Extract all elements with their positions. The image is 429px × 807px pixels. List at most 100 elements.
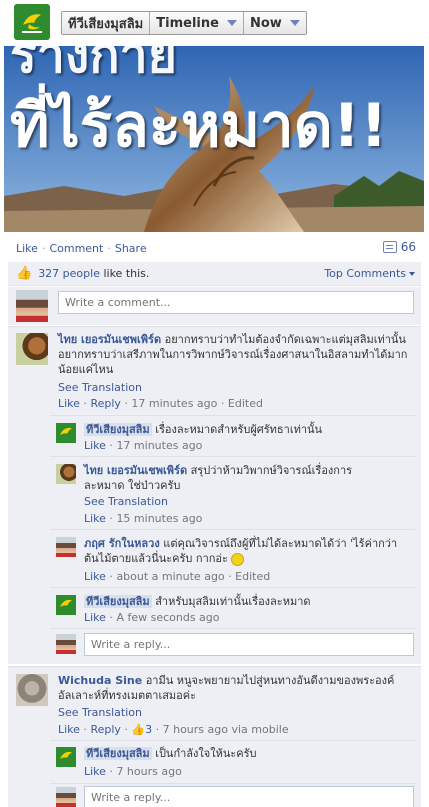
- reply-body: ไทย เยอรมันเชพเพิร์ด สรุปว่าห้ามวิพากษ์ว…: [84, 463, 384, 493]
- likes-suffix: like this.: [99, 267, 150, 280]
- avatar[interactable]: [56, 787, 76, 807]
- breadcrumb-page-name[interactable]: ทีวีเสียงมุสลิม: [62, 12, 151, 34]
- reply-like-link[interactable]: Like: [84, 765, 106, 778]
- comment-link[interactable]: Comment: [49, 242, 103, 255]
- comment-likes-count[interactable]: 👍3: [131, 723, 152, 736]
- reply-like-link[interactable]: Like: [84, 570, 106, 583]
- chevron-down-icon: [289, 20, 300, 26]
- dove-logo-icon: [17, 7, 47, 37]
- reply-meta: Like · 7 hours ago: [84, 765, 182, 778]
- comment-count[interactable]: 66: [382, 240, 416, 254]
- reply-body: ทีวีเสียงมุสลิม สำหรับมุสลิมเท่านั้นเรื่…: [84, 594, 409, 609]
- comment-bubble-icon: [382, 241, 397, 253]
- see-translation-link[interactable]: See Translation: [84, 495, 168, 508]
- reply-text: เป็นกำลังใจให้นะครับ: [155, 747, 257, 760]
- avatar[interactable]: [16, 333, 48, 365]
- comment-meta: Like · Reply · 17 minutes ago · Edited: [58, 397, 263, 410]
- dove-logo-icon: [56, 423, 76, 443]
- divider: [50, 783, 415, 784]
- thumbs-up-icon: 👍: [131, 723, 146, 736]
- avatar[interactable]: [56, 537, 76, 557]
- reply-author[interactable]: ไทย เยอรมันเชพเพิร์ด: [84, 464, 187, 477]
- comment-like-link[interactable]: Like: [58, 397, 80, 410]
- reply-time[interactable]: about a minute ago: [116, 570, 224, 583]
- comment-count-value: 66: [400, 240, 416, 254]
- smiley-emoticon-icon: [231, 552, 245, 566]
- reply-time[interactable]: 15 minutes ago: [116, 512, 202, 525]
- reply-text: เรื่องละหมาดสำหรับผู้ศรัทธาเท่านั้น: [155, 423, 323, 436]
- comment-input[interactable]: [58, 291, 414, 314]
- photo-caption-line1: ร่างกาย: [10, 46, 177, 84]
- comment-author[interactable]: Wichuda Sine: [58, 674, 142, 687]
- share-link[interactable]: Share: [115, 242, 147, 255]
- reply-input[interactable]: [84, 633, 414, 656]
- post-actions: Like · Comment · Share 66: [16, 240, 416, 256]
- avatar[interactable]: [56, 464, 76, 484]
- divider: [50, 587, 415, 588]
- comment-like-count: 3: [145, 723, 153, 736]
- reply-input[interactable]: [84, 786, 414, 807]
- reply-like-link[interactable]: Like: [84, 512, 106, 525]
- comment-author[interactable]: ไทย เยอรมันเชพเพิร์ด: [58, 333, 161, 346]
- reply-author[interactable]: ทีวีเสียงมุสลิม: [84, 595, 152, 608]
- comment-body: Wichuda Sine อามีน หนูจะพยายามไปสู่หนทาง…: [58, 673, 398, 703]
- reply-author[interactable]: ทีวีเสียงมุสลิม: [84, 423, 152, 436]
- reply-meta: Like · A few seconds ago: [84, 611, 220, 624]
- timeline-label: Timeline: [156, 15, 219, 31]
- avatar[interactable]: [16, 290, 48, 322]
- page-logo[interactable]: [14, 4, 50, 40]
- avatar[interactable]: [56, 595, 76, 615]
- see-translation-link[interactable]: See Translation: [58, 706, 142, 719]
- likers-link[interactable]: 327 people: [38, 267, 100, 280]
- now-dropdown[interactable]: Now: [244, 12, 306, 34]
- reply-author[interactable]: ทีวีเสียงมุสลิม: [84, 747, 152, 760]
- post-photo[interactable]: ร่างกาย ที่ไร้ละหมาด!!: [4, 46, 424, 232]
- divider: [8, 326, 421, 327]
- reply-edited[interactable]: Edited: [235, 570, 270, 583]
- timeline-dropdown[interactable]: Timeline: [150, 12, 244, 34]
- divider: [8, 666, 421, 667]
- dove-logo-icon: [56, 747, 76, 767]
- avatar[interactable]: [56, 747, 76, 767]
- avatar[interactable]: [16, 674, 48, 706]
- reply-meta: Like · 15 minutes ago: [84, 512, 203, 525]
- comment-edited[interactable]: Edited: [228, 397, 263, 410]
- avatar[interactable]: [56, 634, 76, 654]
- likes-summary: 👍 327 people like this. Top Comments: [8, 262, 421, 286]
- divider: [50, 628, 415, 629]
- breadcrumb: ทีวีเสียงมุสลิม Timeline Now: [61, 11, 307, 35]
- photo-caption-line2: ที่ไร้ละหมาด!!: [10, 91, 388, 161]
- reply-meta: Like · 17 minutes ago: [84, 439, 203, 452]
- comment-reply-link[interactable]: Reply: [90, 723, 120, 736]
- reply-body: ทีวีเสียงมุสลิม เป็นกำลังใจให้นะครับ: [84, 746, 409, 761]
- like-link[interactable]: Like: [16, 242, 38, 255]
- top-comments-label: Top Comments: [324, 267, 406, 280]
- top-comments-dropdown[interactable]: Top Comments: [324, 267, 415, 280]
- comment-time[interactable]: 17 minutes ago: [131, 397, 217, 410]
- comment-time[interactable]: 7 hours ago via mobile: [163, 723, 289, 736]
- comment-meta: Like · Reply · 👍3 · 7 hours ago via mobi…: [58, 723, 289, 736]
- reply-author[interactable]: ภฤศ รักในหลวง: [84, 537, 160, 550]
- comment-body: ไทย เยอรมันเชพเพิร์ด อยากทราบว่าทำไมต้อง…: [58, 332, 413, 377]
- reply-meta: Like · about a minute ago · Edited: [84, 570, 271, 583]
- reply-time[interactable]: A few seconds ago: [116, 611, 219, 624]
- now-label: Now: [249, 15, 282, 31]
- reply-body: ทีวีเสียงมุสลิม เรื่องละหมาดสำหรับผู้ศรั…: [84, 422, 409, 437]
- comment-like-link[interactable]: Like: [58, 723, 80, 736]
- divider: [50, 456, 415, 457]
- reply-text: สำหรับมุสลิมเท่านั้นเรื่องละหมาด: [155, 595, 311, 608]
- see-translation-link[interactable]: See Translation: [58, 381, 142, 394]
- divider: [50, 529, 415, 530]
- reply-time[interactable]: 17 minutes ago: [116, 439, 202, 452]
- reply-like-link[interactable]: Like: [84, 611, 106, 624]
- comment-reply-link[interactable]: Reply: [90, 397, 120, 410]
- chevron-down-icon: [226, 20, 237, 26]
- avatar[interactable]: [56, 423, 76, 443]
- reply-like-link[interactable]: Like: [84, 439, 106, 452]
- dove-logo-icon: [56, 595, 76, 615]
- separator: ·: [41, 241, 46, 255]
- reply-body: ภฤศ รักในหลวง แต่คุณวิจารณ์ถึงผู้ที่ไม่ไ…: [84, 536, 409, 566]
- thumbs-up-icon: 👍: [16, 266, 33, 281]
- reply-time[interactable]: 7 hours ago: [116, 765, 181, 778]
- chevron-down-icon: [409, 272, 415, 276]
